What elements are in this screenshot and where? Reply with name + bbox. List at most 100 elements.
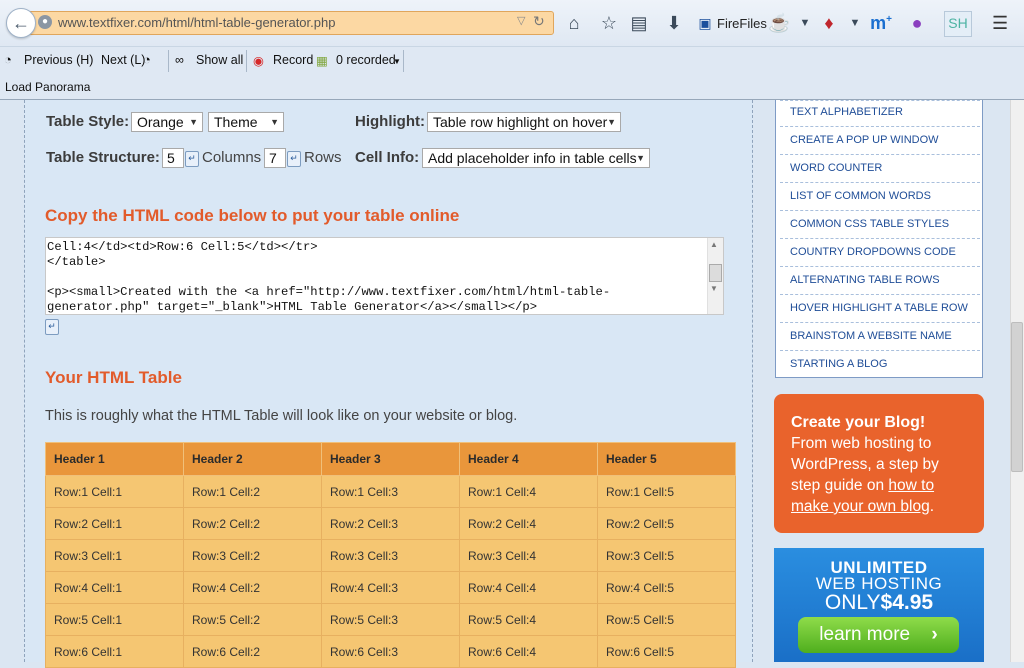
code-scroll-thumb[interactable] (709, 264, 722, 282)
style-select[interactable]: Orange ▼ (131, 112, 203, 132)
url-text[interactable]: www.textfixer.com/html/html-table-genera… (58, 15, 335, 30)
bookmarks-bar (0, 77, 1024, 100)
reading-list-icon[interactable]: ▤ (628, 13, 650, 34)
dropdown-arrow-icon[interactable]: ▼ (794, 17, 816, 29)
sh-addon-icon[interactable]: SH (944, 11, 972, 37)
learn-more-button[interactable]: learn more › (798, 617, 959, 653)
yahoo-icon[interactable]: ● (906, 13, 928, 34)
code-section-title: Copy the HTML code below to put your tab… (45, 206, 460, 225)
show-all-icon: ∞ (175, 53, 184, 67)
dropdown-arrow-icon-3[interactable]: ▼ (393, 57, 401, 66)
table-cell: Row:3 Cell:1 (45, 539, 184, 572)
table-cell: Row:2 Cell:3 (321, 507, 460, 540)
back-button[interactable]: ← (6, 8, 36, 38)
html-code-text[interactable]: Cell:4</td><td>Row:6 Cell:5</td></tr> </… (47, 240, 610, 314)
table-cell: Row:1 Cell:3 (321, 475, 460, 508)
table-row: Row:4 Cell:1 Row:4 Cell:2 Row:4 Cell:3 R… (45, 571, 736, 604)
chevron-down-icon: ▼ (189, 117, 198, 127)
theme-select-value: Theme (214, 114, 258, 130)
hamburger-menu-icon[interactable]: ☰ (992, 13, 1008, 34)
show-all-button[interactable]: Show all (196, 53, 243, 67)
columns-input[interactable]: 5 (162, 148, 184, 168)
sidebar-link-starting-blog[interactable]: STARTING A BLOG (790, 358, 887, 370)
table-cell: Row:5 Cell:5 (597, 603, 736, 636)
sidebar-divider (780, 182, 980, 183)
table-cell: Row:6 Cell:4 (459, 635, 598, 668)
highlight-select[interactable]: Table row highlight on hover ▼ (427, 112, 621, 132)
cell-info-select[interactable]: Add placeholder info in table cells ▼ (422, 148, 650, 168)
bookmark-load-panorama[interactable]: Load Panorama (5, 80, 90, 94)
highlight-label: Highlight: (355, 113, 425, 130)
sidebar-divider (780, 100, 980, 101)
code-scrollbar[interactable]: ▲ ▼ (707, 238, 723, 314)
toolbar-separator (403, 50, 404, 72)
m-plus-icon[interactable]: m+ (870, 13, 892, 34)
table-cell: Row:5 Cell:3 (321, 603, 460, 636)
table-cell: Row:3 Cell:5 (597, 539, 736, 572)
sidebar-link-css-table-styles[interactable]: COMMON CSS TABLE STYLES (790, 218, 949, 230)
recorded-count-dropdown[interactable]: 0 recorded (336, 53, 396, 67)
table-cell: Row:5 Cell:2 (183, 603, 322, 636)
bookmark-star-icon[interactable]: ☆ (598, 13, 620, 34)
chevron-down-icon: ▼ (636, 153, 645, 163)
back-arrow-icon: ← (12, 13, 30, 33)
sidebar-divider (780, 210, 980, 211)
sidebar-link-word-counter[interactable]: WORD COUNTER (790, 162, 882, 174)
gift-icon[interactable]: ♦ (818, 13, 840, 34)
ad-price: $4.95 (880, 591, 934, 614)
learn-more-label: learn more (819, 624, 911, 645)
table-cell: Row:6 Cell:2 (183, 635, 322, 668)
record-button[interactable]: Record (273, 53, 313, 67)
table-cell: Row:2 Cell:5 (597, 507, 736, 540)
sidebar-link-hover-highlight[interactable]: HOVER HIGHLIGHT A TABLE ROW (790, 302, 968, 314)
table-row: Row:1 Cell:1 Row:1 Cell:2 Row:1 Cell:3 R… (45, 475, 736, 508)
scroll-up-icon[interactable]: ▲ (710, 240, 718, 249)
chevron-right-icon: › (931, 624, 938, 645)
previous-button[interactable]: Previous (H) (24, 53, 93, 67)
table-header-cell: Header 3 (321, 442, 460, 476)
ad-only-text: ONLY (824, 591, 881, 614)
table-cell: Row:2 Cell:4 (459, 507, 598, 540)
cell-info-select-value: Add placeholder info in table cells (428, 150, 637, 166)
sidebar-link-common-words[interactable]: LIST OF COMMON WORDS (790, 190, 931, 202)
table-cell: Row:1 Cell:5 (597, 475, 736, 508)
rows-input[interactable]: 7 (264, 148, 286, 168)
table-cell: Row:4 Cell:4 (459, 571, 598, 604)
coffee-cup-icon[interactable]: ☕ (768, 13, 790, 34)
sidebar-link-website-name[interactable]: BRAINSTOM A WEBSITE NAME (790, 330, 952, 342)
firefiles-button[interactable]: FireFiles (717, 16, 767, 31)
site-identity-icon[interactable]: ● (38, 15, 52, 29)
sidebar-link-country-dropdowns[interactable]: COUNTRY DROPDOWNS CODE (790, 246, 956, 258)
table-cell: Row:2 Cell:2 (183, 507, 322, 540)
sidebar-link-pop-up-window[interactable]: CREATE A POP UP WINDOW (790, 134, 939, 146)
table-cell: Row:4 Cell:1 (45, 571, 184, 604)
reload-icon[interactable]: ↻ (533, 13, 545, 30)
html-code-textarea[interactable]: Cell:4</td><td>Row:6 Cell:5</td></tr> </… (45, 237, 724, 315)
sidebar-divider (780, 154, 980, 155)
columns-spinner-icon[interactable]: ↵ (185, 151, 199, 167)
recorder-toolbar (0, 46, 1024, 77)
table-cell: Row:4 Cell:5 (597, 571, 736, 604)
downloads-icon[interactable]: ⬇ (663, 13, 685, 34)
table-description: This is roughly what the HTML Table will… (45, 408, 518, 424)
table-row: Row:5 Cell:1 Row:5 Cell:2 Row:5 Cell:3 R… (45, 603, 736, 636)
firefiles-icon[interactable]: ▣ (694, 15, 716, 32)
scroll-down-icon[interactable]: ▼ (710, 284, 718, 293)
table-row: Row:2 Cell:1 Row:2 Cell:2 Row:2 Cell:3 R… (45, 507, 736, 540)
page-scroll-thumb[interactable] (1011, 322, 1023, 472)
theme-select[interactable]: Theme ▼ (208, 112, 284, 132)
select-code-icon[interactable]: ↵ (45, 319, 59, 335)
table-cell: Row:4 Cell:3 (321, 571, 460, 604)
url-dropdown-icon[interactable]: ▽ (517, 14, 525, 27)
table-cell: Row:6 Cell:3 (321, 635, 460, 668)
style-select-value: Orange (137, 114, 184, 130)
rows-spinner-icon[interactable]: ↵ (287, 151, 301, 167)
chevron-down-icon: ▼ (270, 117, 279, 127)
sidebar-link-text-alphabetizer[interactable]: TEXT ALPHABETIZER (790, 106, 903, 118)
home-icon[interactable]: ⌂ (563, 13, 585, 34)
dropdown-arrow-icon-2[interactable]: ▼ (844, 17, 866, 29)
promo-title: Create your Blog! (791, 414, 926, 431)
table-cell: Row:5 Cell:1 (45, 603, 184, 636)
next-button[interactable]: Next (L) (101, 53, 145, 67)
sidebar-link-alternating-rows[interactable]: ALTERNATING TABLE ROWS (790, 274, 940, 286)
